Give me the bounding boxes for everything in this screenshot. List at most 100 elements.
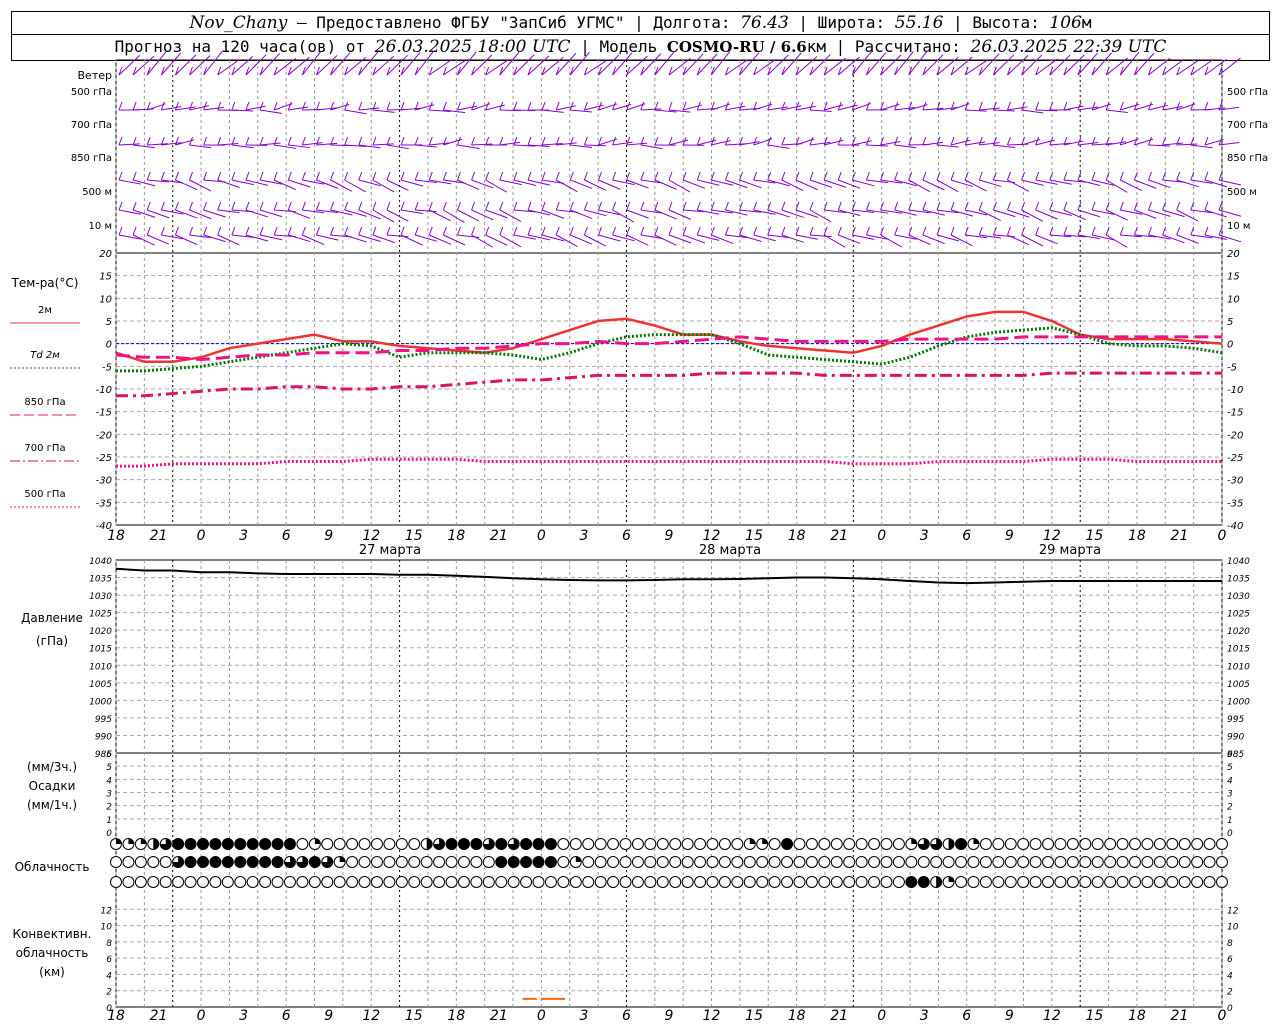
cloud-fill — [533, 838, 545, 850]
cloud-circle — [172, 876, 185, 888]
x-tick-label-bottom: 12 — [362, 1008, 380, 1024]
temp-tick-right: 15 — [1227, 272, 1240, 283]
wind-barb-feather — [612, 201, 617, 211]
pressure-tick-right: 1035 — [1227, 575, 1250, 585]
cloud-label: Облачность — [15, 860, 90, 874]
x-tick-label-bottom: 0 — [197, 1008, 206, 1024]
wind-barb-feather — [569, 201, 574, 211]
cloud-circle — [706, 876, 719, 888]
x-tick-label-top: 21 — [1171, 528, 1189, 544]
wind-barb-feather — [330, 171, 335, 181]
wind-barb-feather — [217, 101, 222, 111]
wind-barb — [795, 105, 816, 111]
wind-barb-feather — [315, 201, 320, 211]
wind-barb — [993, 144, 1016, 149]
cloud-circle — [370, 856, 383, 868]
wind-barb-feather — [555, 171, 560, 181]
cloud-circle — [818, 838, 831, 850]
cloud-fill — [222, 838, 234, 850]
wind-barb — [245, 105, 266, 111]
cloud-circle — [1104, 876, 1117, 888]
cloud-circle — [1066, 838, 1079, 850]
x-tick-label-top: 18 — [1128, 528, 1146, 544]
wind-barb-feather — [132, 201, 137, 211]
temp-tick-right: -25 — [1227, 453, 1243, 464]
wind-barb-feather — [1176, 201, 1181, 211]
wind-barb — [1007, 179, 1030, 192]
wind-barb — [767, 54, 789, 76]
cloud-circle — [221, 876, 234, 888]
pressure-axis-title: Давление — [21, 611, 83, 625]
wind-barb — [217, 142, 239, 146]
wind-barb-feather — [118, 171, 123, 181]
wind-barb-feather — [231, 226, 236, 236]
wind-barb-feather — [456, 201, 461, 211]
pressure-tick-right: 990 — [1227, 732, 1244, 742]
wind-barb — [415, 144, 437, 148]
pressure-tick-right: 1030 — [1227, 592, 1250, 602]
conv-tick-left: 10 — [101, 923, 113, 933]
cloud-fill — [762, 838, 768, 844]
cloud-circle — [420, 856, 433, 868]
cloud-circle — [383, 838, 396, 850]
cloud-circle — [259, 876, 272, 888]
wind-barb-feather — [428, 136, 433, 146]
temp-tick-right: 5 — [1227, 317, 1233, 328]
x-tick-label-bottom: 15 — [745, 1008, 763, 1024]
cloud-fill — [222, 856, 234, 868]
cloud-fill — [209, 838, 221, 850]
cloud-circle — [1029, 876, 1042, 888]
wind-barb-feather — [231, 201, 236, 211]
cloud-circle — [1004, 856, 1017, 868]
wind-barb — [288, 209, 311, 219]
cloud-circle — [395, 876, 408, 888]
wind-barb — [344, 209, 367, 217]
cloud-circle — [1042, 876, 1055, 888]
cloud-circle — [855, 856, 868, 868]
pressure-tick-right: 1015 — [1227, 645, 1250, 655]
x-tick-label-bottom: 3 — [239, 1008, 248, 1024]
cloud-fill — [508, 856, 520, 868]
wind-barb-feather — [315, 136, 320, 146]
x-tick-label-top: 6 — [622, 528, 631, 544]
cloud-fill — [495, 856, 507, 868]
cloud-circle — [395, 838, 408, 850]
wind-barb-feather — [880, 201, 885, 211]
wind-barb-feather — [851, 171, 856, 181]
wind-barb — [175, 179, 198, 191]
wind-barb — [1106, 109, 1128, 114]
precip-axis-title: (мм/1ч.) — [27, 798, 77, 812]
wind-barb-feather — [146, 136, 151, 146]
wind-barb-feather — [245, 136, 250, 146]
wind-barb-feather — [626, 171, 631, 181]
wind-barb-feather — [330, 226, 335, 236]
wind-barb-feather — [964, 171, 969, 181]
pressure-tick-right: 1025 — [1227, 610, 1250, 620]
x-tick-label-bottom: 21 — [1171, 1008, 1189, 1024]
cloud-circle — [681, 876, 694, 888]
cloud-circle — [582, 876, 595, 888]
cloud-circle — [743, 876, 756, 888]
cloud-circle — [495, 876, 508, 888]
temp-tick-left: 20 — [99, 249, 112, 260]
cloud-circle — [1017, 876, 1030, 888]
wind-barb-feather — [668, 226, 673, 236]
wind-barb-feather — [485, 226, 490, 236]
temp-tick-right: 10 — [1227, 294, 1240, 305]
precip-tick-right: 4 — [1227, 776, 1233, 786]
temp-tick-left: -35 — [96, 498, 112, 509]
wind-barb — [880, 140, 901, 146]
cloud-circle — [1216, 876, 1228, 888]
x-tick-label-top: 6 — [962, 528, 971, 544]
cloud-circle — [619, 838, 632, 850]
cloud-circle — [718, 856, 731, 868]
cloud-fill — [446, 838, 458, 850]
wind-barb — [612, 179, 635, 186]
cloud-circle — [992, 876, 1005, 888]
date-label: 27 марта — [359, 543, 421, 558]
precip-tick-left: 6 — [106, 750, 112, 760]
wind-barb-feather — [654, 201, 659, 211]
pressure-tick-left: 1040 — [89, 557, 112, 567]
wind-barb-feather — [259, 136, 264, 146]
pressure-tick-right: 1010 — [1227, 662, 1250, 672]
